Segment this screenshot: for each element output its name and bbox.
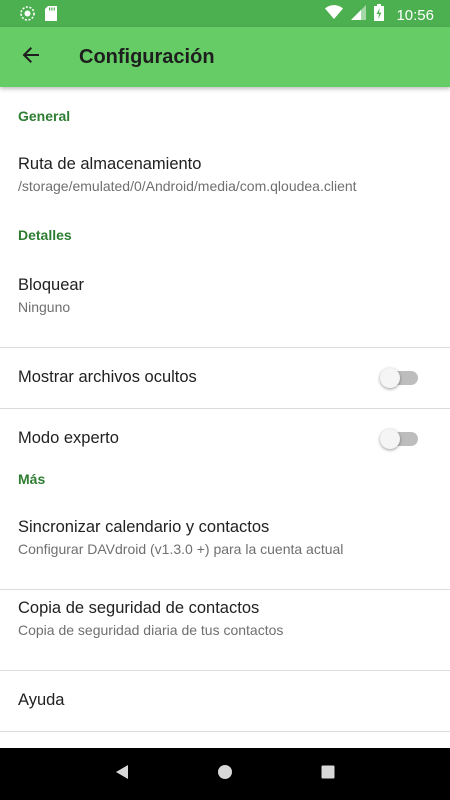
toggle-thumb — [380, 368, 400, 388]
toggle-thumb — [380, 429, 400, 449]
back-button[interactable] — [1, 27, 61, 87]
setting-title: Ayuda — [18, 691, 65, 709]
status-bar: 10:56 — [0, 0, 450, 27]
setting-subtitle: /storage/emulated/0/Android/media/com.ql… — [18, 178, 357, 194]
setting-lock[interactable]: Bloquear Ninguno — [0, 267, 450, 347]
section-header-general: General — [18, 108, 71, 124]
expert-mode-toggle[interactable] — [380, 429, 420, 449]
setting-title: Copia de seguridad de contactos — [18, 599, 260, 617]
wifi-icon — [325, 5, 344, 25]
status-bar-right: 10:56 — [325, 4, 434, 26]
section-header-mas: Más — [18, 471, 46, 487]
status-bar-left — [20, 6, 57, 26]
setting-title: Ruta de almacenamiento — [18, 155, 202, 173]
signal-icon — [351, 5, 367, 25]
section-header-detalles: Detalles — [18, 227, 72, 243]
setting-subtitle: Configurar DAVdroid (v1.3.0 +) para la c… — [18, 541, 344, 557]
hidden-files-toggle[interactable] — [380, 368, 420, 388]
nav-home-button[interactable] — [205, 754, 245, 794]
recents-square-icon — [321, 765, 335, 784]
status-time: 10:56 — [396, 6, 434, 24]
battery-charging-icon — [374, 4, 385, 26]
setting-help[interactable]: Ayuda — [0, 671, 450, 731]
setting-storage-path[interactable]: Ruta de almacenamiento /storage/emulated… — [0, 146, 450, 226]
page-title: Configuración — [79, 45, 215, 68]
setting-sync-calendar-contacts[interactable]: Sincronizar calendario y contactos Confi… — [0, 509, 450, 589]
setting-subtitle: Copia de seguridad diaria de tus contact… — [18, 622, 284, 638]
setting-show-hidden-files[interactable]: Mostrar archivos ocultos — [0, 348, 450, 408]
nav-back-button[interactable] — [102, 754, 142, 794]
setting-expert-mode[interactable]: Modo experto — [0, 409, 450, 469]
back-triangle-icon — [115, 764, 129, 785]
setting-title: Bloquear — [18, 276, 85, 294]
setting-title: Sincronizar calendario y contactos — [18, 518, 270, 536]
arrow-back-icon — [21, 45, 41, 70]
system-nav-bar — [0, 748, 450, 800]
app-bar: Configuración — [0, 27, 450, 87]
setting-subtitle: Ninguno — [18, 299, 71, 315]
settings-list: General Ruta de almacenamiento /storage/… — [0, 87, 450, 792]
setting-contacts-backup[interactable]: Copia de seguridad de contactos Copia de… — [0, 590, 450, 670]
sd-card-icon — [45, 6, 57, 26]
sync-circle-icon — [20, 6, 35, 26]
home-circle-icon — [217, 764, 233, 785]
nav-recents-button[interactable] — [308, 754, 348, 794]
